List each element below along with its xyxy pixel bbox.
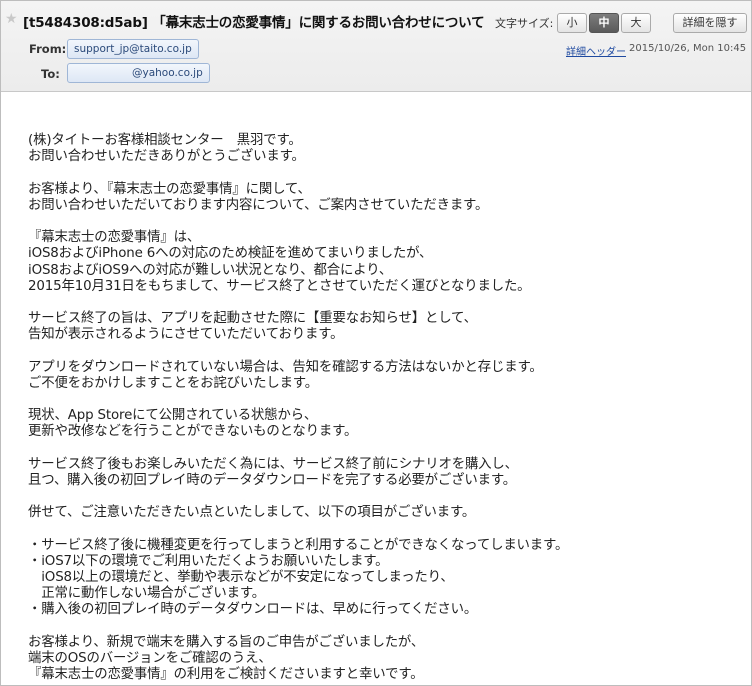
body-line: 2015年10月31日をもちまして、サービス終了とさせていただく運びとなりました… xyxy=(28,278,531,294)
email-header: ★ [t5484308:d5ab] 「幕末志士の恋愛事情」に関するお問い合わせに… xyxy=(1,1,751,92)
body-line: ・購入後の初回プレイ時のデータダウンロードは、早めに行ってください。 xyxy=(28,602,478,618)
body-line: お問い合わせいただいております内容について、ご案内させていただきます。 xyxy=(28,197,489,213)
font-size-label: 文字サイズ: xyxy=(495,17,554,30)
body-line: サービス終了の旨は、アプリを起動させた際に【重要なお知らせ】として、 xyxy=(28,311,477,327)
body-line: ご不便をおかけしますことをお詫びいたします。 xyxy=(28,375,318,391)
body-line: お客様より、『幕末志士の恋愛事情』に関して、 xyxy=(28,181,311,197)
body-line: 併せて、ご注意いただきたい点といたしまして、以下の項目がございます。 xyxy=(28,505,476,521)
to-address-domain: @yahoo.co.jp xyxy=(132,67,203,79)
body-line: サービス終了後もお楽しみいただく為には、サービス終了前にシナリオを購入し、 xyxy=(28,456,518,472)
to-address[interactable]: @yahoo.co.jp xyxy=(67,63,210,83)
body-line: お客様より、新規で端末を購入する旨のご申告がございましたが、 xyxy=(28,634,425,650)
to-label: To: xyxy=(41,67,60,81)
body-line: 端末のOSのバージョンをご確認のうえ、 xyxy=(28,651,272,666)
body-line: ・サービス終了後に機種変更を行ってしまうと利用することができなくなってしまいます… xyxy=(28,537,569,553)
body-line: (株)タイトーお客様相談センター 黒羽です。 xyxy=(28,133,302,148)
body-line: iOS8およびiOS9への対応が難しい状況となり、都合により、 xyxy=(28,262,393,278)
email-body: (株)タイトーお客様相談センター 黒羽です。 お問い合わせいただきありがとうござい… xyxy=(28,133,748,683)
detail-header-link[interactable]: 詳細ヘッダー xyxy=(566,43,626,58)
star-icon[interactable]: ★ xyxy=(5,12,18,26)
body-line: お問い合わせいただきありがとうございます。 xyxy=(28,149,305,165)
body-line: 正常に動作しない場合がございます。 xyxy=(28,586,265,602)
body-line: ・iOS7以下の環境でご利用いただくようお願いいたします。 xyxy=(28,553,389,569)
body-line: iOS8以上の環境だと、挙動や表示などが不安定になってしまったり、 xyxy=(28,570,454,586)
body-line: 告知が表示されるようにさせていただいております。 xyxy=(28,327,344,343)
font-size-large-button[interactable]: 大 xyxy=(621,13,651,33)
hide-details-button[interactable]: 詳細を隠す xyxy=(673,13,747,33)
body-line: アプリをダウンロードされていない場合は、告知を確認する方法はないかと存じます。 xyxy=(28,359,543,375)
email-date: 2015/10/26, Mon 10:45 xyxy=(629,43,747,54)
font-size-small-button[interactable]: 小 xyxy=(557,13,587,33)
body-line: 現状、App Storeにて公開されている状態から、 xyxy=(28,408,318,424)
body-line: 『幕末志士の恋愛事情』の利用をご検討くださいますと幸いです。 xyxy=(28,667,424,683)
from-address[interactable]: support_jp@taito.co.jp xyxy=(67,39,199,59)
email-window: ★ [t5484308:d5ab] 「幕末志士の恋愛事情」に関するお問い合わせに… xyxy=(0,0,752,686)
email-subject: [t5484308:d5ab] 「幕末志士の恋愛事情」に関するお問い合わせについ… xyxy=(23,15,485,31)
body-line: 且つ、購入後の初回プレイ時のデータダウンロードを完了する必要がございます。 xyxy=(28,472,517,488)
from-label: From: xyxy=(29,42,67,56)
font-size-medium-button[interactable]: 中 xyxy=(589,13,619,33)
body-line: 更新や改修などを行うことができないものとなります。 xyxy=(28,424,358,440)
body-line: iOS8およびiPhone 6への対応のため検証を進めてまいりましたが、 xyxy=(28,246,433,262)
body-line: 『幕末志士の恋愛事情』は、 xyxy=(28,230,201,246)
